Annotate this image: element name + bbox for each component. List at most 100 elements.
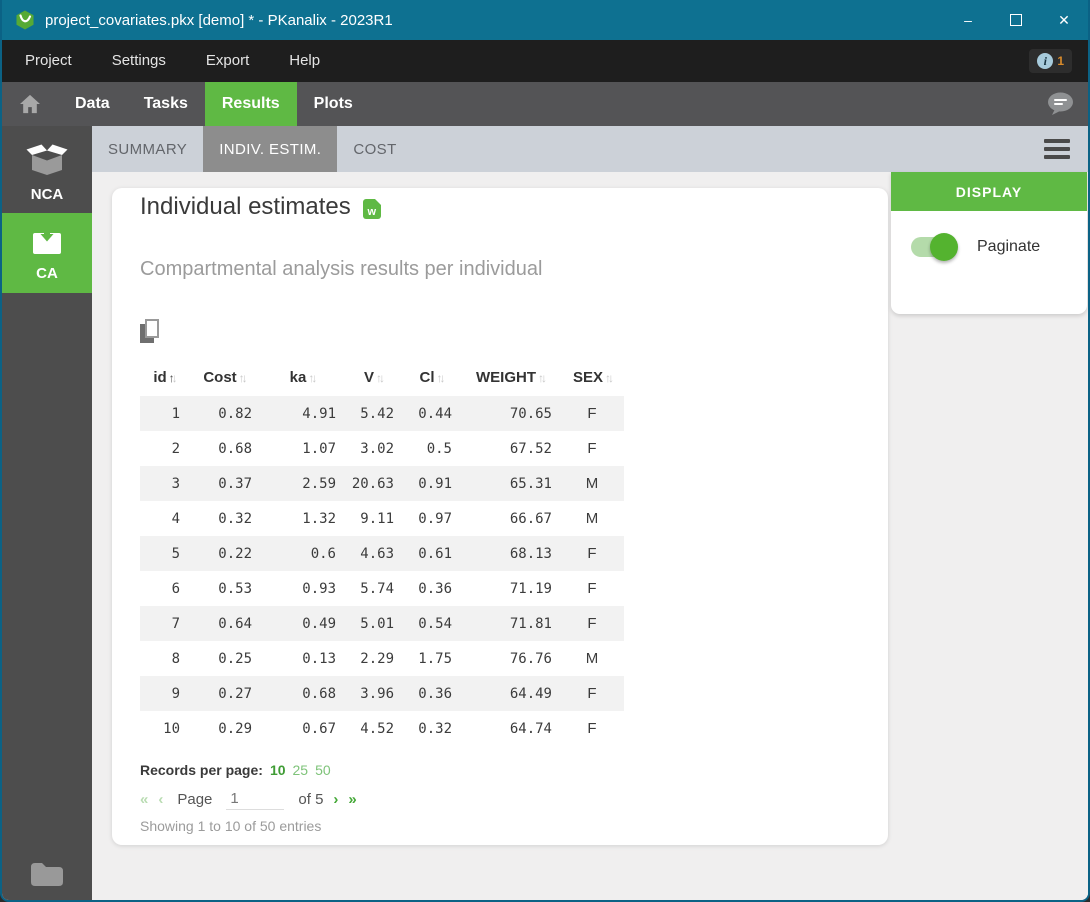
column-header-cost[interactable]: Cost↑↓ xyxy=(188,358,260,396)
prev-page-button[interactable]: ‹ xyxy=(158,791,163,808)
title-bar: project_covariates.pkx [demo] * - PKanal… xyxy=(2,0,1088,40)
open-box-icon xyxy=(25,143,69,181)
app-logo-icon xyxy=(15,10,35,30)
subtab-cost[interactable]: COST xyxy=(337,126,412,172)
pagination-controls: « ‹ Page of 5 › » xyxy=(140,788,860,810)
sidebar-item-nca[interactable]: NCA xyxy=(2,133,92,213)
cell-ka: 0.67 xyxy=(260,711,344,746)
first-page-button[interactable]: « xyxy=(140,791,148,808)
cell-v: 5.74 xyxy=(344,571,402,606)
cell-weight: 71.81 xyxy=(460,606,560,641)
cell-cl: 0.97 xyxy=(402,501,460,536)
page-number-input[interactable] xyxy=(226,788,284,810)
individual-estimates-table: id↑↓Cost↑↓ka↑↓V↑↓Cl↑↓WEIGHT↑↓SEX↑↓ 10.82… xyxy=(140,358,624,746)
feedback-button[interactable] xyxy=(1047,92,1074,116)
column-header-ka[interactable]: ka↑↓ xyxy=(260,358,344,396)
cell-cl: 0.32 xyxy=(402,711,460,746)
content-area: Individual estimates w Compartmental ana… xyxy=(92,172,1088,900)
cell-v: 3.96 xyxy=(344,676,402,711)
menu-toggle-button[interactable] xyxy=(1044,139,1070,159)
paginate-toggle[interactable] xyxy=(911,237,955,257)
column-header-id[interactable]: id↑↓ xyxy=(140,358,188,396)
app-window: project_covariates.pkx [demo] * - PKanal… xyxy=(0,0,1090,902)
sort-arrows-icon: ↑↓ xyxy=(169,371,175,385)
cell-id: 9 xyxy=(140,676,188,711)
cell-cost: 0.22 xyxy=(188,536,260,571)
table-header-row: id↑↓Cost↑↓ka↑↓V↑↓Cl↑↓WEIGHT↑↓SEX↑↓ xyxy=(140,358,624,396)
cell-weight: 70.65 xyxy=(460,396,560,431)
menu-item-help[interactable]: Help xyxy=(269,40,340,82)
table-row: 70.640.495.010.5471.81F xyxy=(140,606,624,641)
minimize-button[interactable]: – xyxy=(944,0,992,40)
table-row: 10.824.915.420.4470.65F xyxy=(140,396,624,431)
cell-sex: M xyxy=(560,466,624,501)
cell-sex: F xyxy=(560,396,624,431)
close-button[interactable]: ✕ xyxy=(1040,0,1088,40)
next-page-button[interactable]: › xyxy=(333,791,338,808)
copy-table-button[interactable] xyxy=(140,319,162,344)
cell-sex: F xyxy=(560,606,624,641)
info-icon: i xyxy=(1037,53,1053,69)
column-header-sex[interactable]: SEX↑↓ xyxy=(560,358,624,396)
results-subtab-bar: SUMMARYINDIV. ESTIM.COST xyxy=(92,126,1088,172)
cell-weight: 71.19 xyxy=(460,571,560,606)
cell-ka: 2.59 xyxy=(260,466,344,501)
cell-cost: 0.82 xyxy=(188,396,260,431)
maximize-button[interactable] xyxy=(992,0,1040,40)
column-header-v[interactable]: V↑↓ xyxy=(344,358,402,396)
records-option-50[interactable]: 50 xyxy=(315,762,331,778)
cell-id: 5 xyxy=(140,536,188,571)
maximize-icon xyxy=(1010,14,1022,26)
cell-ka: 0.93 xyxy=(260,571,344,606)
records-per-page: Records per page: 10 25 50 xyxy=(140,762,860,778)
cell-id: 1 xyxy=(140,396,188,431)
menu-item-settings[interactable]: Settings xyxy=(92,40,186,82)
display-panel: DISPLAY Paginate xyxy=(891,172,1087,314)
paginate-label: Paginate xyxy=(977,238,1040,256)
sort-arrows-icon: ↑↓ xyxy=(437,371,443,385)
cell-cost: 0.53 xyxy=(188,571,260,606)
cell-cost: 0.64 xyxy=(188,606,260,641)
tab-results[interactable]: Results xyxy=(205,82,297,126)
cell-v: 2.29 xyxy=(344,641,402,676)
cell-cl: 0.91 xyxy=(402,466,460,501)
cell-v: 4.52 xyxy=(344,711,402,746)
cell-v: 3.02 xyxy=(344,431,402,466)
tab-tasks[interactable]: Tasks xyxy=(127,82,205,126)
records-label: Records per page: xyxy=(140,762,263,778)
export-word-icon[interactable]: w xyxy=(363,199,381,219)
subtab-indiv-estim[interactable]: INDIV. ESTIM. xyxy=(203,126,337,172)
menu-item-project[interactable]: Project xyxy=(5,40,92,82)
sidebar-item-label: NCA xyxy=(31,186,64,203)
notification-badge[interactable]: i 1 xyxy=(1029,49,1072,73)
menu-bar: ProjectSettingsExportHelp i 1 xyxy=(2,40,1088,82)
sidebar-item-ca[interactable]: CA xyxy=(2,213,92,293)
column-header-weight[interactable]: WEIGHT↑↓ xyxy=(460,358,560,396)
records-option-10[interactable]: 10 xyxy=(270,762,286,778)
cell-ka: 1.07 xyxy=(260,431,344,466)
toggle-knob-icon xyxy=(930,233,958,261)
tab-plots[interactable]: Plots xyxy=(297,82,370,126)
cell-v: 4.63 xyxy=(344,536,402,571)
cell-sex: F xyxy=(560,711,624,746)
last-page-button[interactable]: » xyxy=(348,791,356,808)
notification-count: 1 xyxy=(1057,54,1064,68)
subtab-summary[interactable]: SUMMARY xyxy=(92,126,203,172)
window-title: project_covariates.pkx [demo] * - PKanal… xyxy=(45,12,393,29)
cell-weight: 65.31 xyxy=(460,466,560,501)
cell-id: 8 xyxy=(140,641,188,676)
cell-id: 7 xyxy=(140,606,188,641)
home-button[interactable] xyxy=(2,82,58,126)
column-header-cl[interactable]: Cl↑↓ xyxy=(402,358,460,396)
cell-id: 6 xyxy=(140,571,188,606)
project-folder-button[interactable] xyxy=(2,860,92,888)
table-row: 50.220.64.630.6168.13F xyxy=(140,536,624,571)
table-row: 90.270.683.960.3664.49F xyxy=(140,676,624,711)
menu-item-export[interactable]: Export xyxy=(186,40,269,82)
tab-data[interactable]: Data xyxy=(58,82,127,126)
cell-id: 10 xyxy=(140,711,188,746)
cell-sex: F xyxy=(560,536,624,571)
hamburger-icon xyxy=(1044,139,1070,143)
cell-v: 9.11 xyxy=(344,501,402,536)
records-option-25[interactable]: 25 xyxy=(293,762,309,778)
